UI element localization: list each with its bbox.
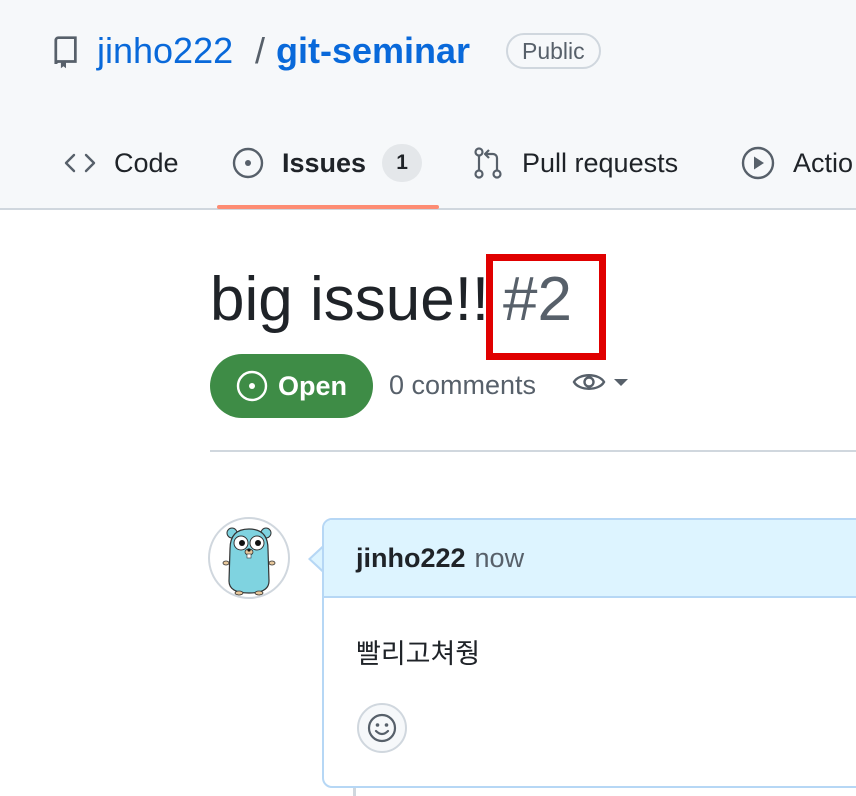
tab-pull-requests-label: Pull requests [522, 147, 679, 178]
caret-down-icon [614, 379, 628, 386]
repo-owner-link[interactable]: jinho222 [97, 30, 233, 72]
repo-name-link[interactable]: git-seminar [276, 30, 470, 72]
issue-title: big issue!! [210, 265, 490, 334]
repo-icon [54, 36, 77, 69]
timeline-line [353, 788, 356, 796]
issues-counter: 1 [382, 144, 423, 182]
tab-actions[interactable]: Actio [741, 140, 853, 186]
tab-issues[interactable]: Issues 1 [232, 140, 423, 186]
comment-body: 빨리고쳐줭 [356, 639, 481, 670]
tab-issues-label: Issues [282, 147, 367, 178]
git-pull-request-icon [474, 147, 502, 179]
comment-timestamp[interactable]: now [475, 543, 525, 574]
issue-opened-icon [232, 147, 264, 179]
subscribe-dropdown[interactable] [572, 370, 630, 394]
tab-actions-label: Actio [793, 147, 854, 178]
comment-box: jinho222 now 빨리고쳐줭 [322, 518, 856, 788]
issue-opened-icon [236, 370, 268, 402]
comment-author[interactable]: jinho222 [356, 543, 466, 574]
issue-state-label: Open [277, 370, 347, 401]
tab-pull-requests[interactable]: Pull requests [472, 140, 678, 186]
issue-state-badge: Open [210, 354, 373, 418]
visibility-badge: Public [506, 33, 601, 69]
highlight-box [486, 254, 606, 360]
comment-count: 0 comments [389, 370, 537, 400]
comment-header: jinho222 now [324, 520, 856, 598]
path-separator: / [255, 30, 266, 71]
tab-code-label: Code [114, 147, 179, 178]
smiley-icon [367, 713, 397, 743]
repo-header: jinho222 / git-seminar Public Code Issue… [0, 0, 856, 210]
gopher-avatar-icon [222, 527, 276, 596]
code-icon [64, 153, 96, 173]
header-divider [210, 450, 856, 452]
tab-code[interactable]: Code [64, 140, 179, 186]
play-icon [741, 146, 775, 180]
selected-tab-underline [217, 205, 439, 209]
add-reaction-button[interactable] [357, 703, 407, 753]
avatar[interactable] [208, 517, 290, 599]
eye-icon [572, 374, 606, 390]
